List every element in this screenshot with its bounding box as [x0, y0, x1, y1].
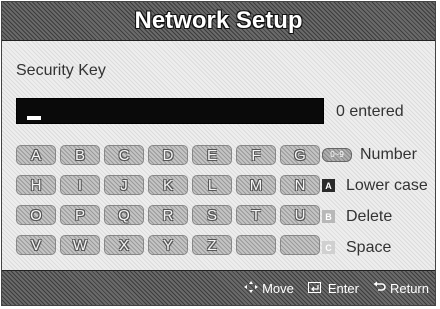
entered-count: 0 entered	[336, 103, 404, 120]
key-k[interactable]: K	[148, 175, 188, 195]
footer-return: Return	[373, 281, 429, 296]
key-legend: 0~9 Number A Lower case B Delete C Space	[322, 139, 428, 263]
key-s[interactable]: S	[192, 205, 232, 225]
legend-lower-case-label: Lower case	[346, 176, 428, 194]
legend-number: 0~9 Number	[322, 139, 428, 170]
key-g[interactable]: G	[280, 145, 320, 165]
key-d[interactable]: D	[148, 145, 188, 165]
security-key-input[interactable]	[16, 98, 324, 124]
key-q[interactable]: Q	[104, 205, 144, 225]
network-setup-dialog: Network Setup Security Key 0 entered A B…	[1, 1, 436, 306]
security-key-label: Security Key	[16, 62, 106, 79]
move-label: Move	[262, 280, 294, 296]
c-button-icon: C	[322, 241, 335, 254]
number-button-icon: 0~9	[322, 147, 352, 162]
legend-space-label: Space	[346, 238, 392, 256]
key-h[interactable]: H	[16, 175, 56, 195]
enter-label: Enter	[327, 280, 359, 296]
key-z[interactable]: Z	[192, 235, 232, 255]
legend-delete-label: Delete	[346, 207, 393, 225]
text-cursor	[27, 116, 41, 120]
move-arrows-icon	[244, 280, 259, 296]
b-button-icon: B	[322, 210, 335, 223]
enter-icon	[307, 281, 324, 296]
dialog-title: Network Setup	[134, 7, 303, 34]
key-l[interactable]: L	[192, 175, 232, 195]
return-icon	[373, 281, 386, 296]
footer-bar: Move Enter Return	[2, 270, 435, 305]
key-t[interactable]: T	[236, 205, 276, 225]
key-blank[interactable]	[236, 235, 276, 255]
key-f[interactable]: F	[236, 145, 276, 165]
key-p[interactable]: P	[60, 205, 100, 225]
key-r[interactable]: R	[148, 205, 188, 225]
footer-move: Move	[244, 280, 294, 296]
key-n[interactable]: N	[280, 175, 320, 195]
key-m[interactable]: M	[236, 175, 276, 195]
key-u[interactable]: U	[280, 205, 320, 225]
footer-enter: Enter	[307, 280, 359, 296]
key-v[interactable]: V	[16, 235, 56, 255]
key-c[interactable]: C	[104, 145, 144, 165]
key-j[interactable]: J	[104, 175, 144, 195]
key-w[interactable]: W	[60, 235, 100, 255]
a-button-icon: A	[322, 179, 335, 192]
legend-number-label: Number	[360, 145, 417, 163]
return-label: Return	[389, 280, 429, 296]
key-i[interactable]: I	[60, 175, 100, 195]
legend-delete: B Delete	[322, 201, 428, 232]
title-bar: Network Setup	[2, 2, 435, 41]
legend-space: C Space	[322, 232, 428, 263]
key-o[interactable]: O	[16, 205, 56, 225]
key-b[interactable]: B	[60, 145, 100, 165]
key-a[interactable]: A	[16, 145, 56, 165]
legend-lower-case: A Lower case	[322, 170, 428, 201]
key-blank[interactable]	[280, 235, 320, 255]
key-y[interactable]: Y	[148, 235, 188, 255]
key-x[interactable]: X	[104, 235, 144, 255]
key-e[interactable]: E	[192, 145, 232, 165]
on-screen-keyboard: A B C D E F G H I J K L M N O P Q R S T …	[16, 145, 320, 255]
